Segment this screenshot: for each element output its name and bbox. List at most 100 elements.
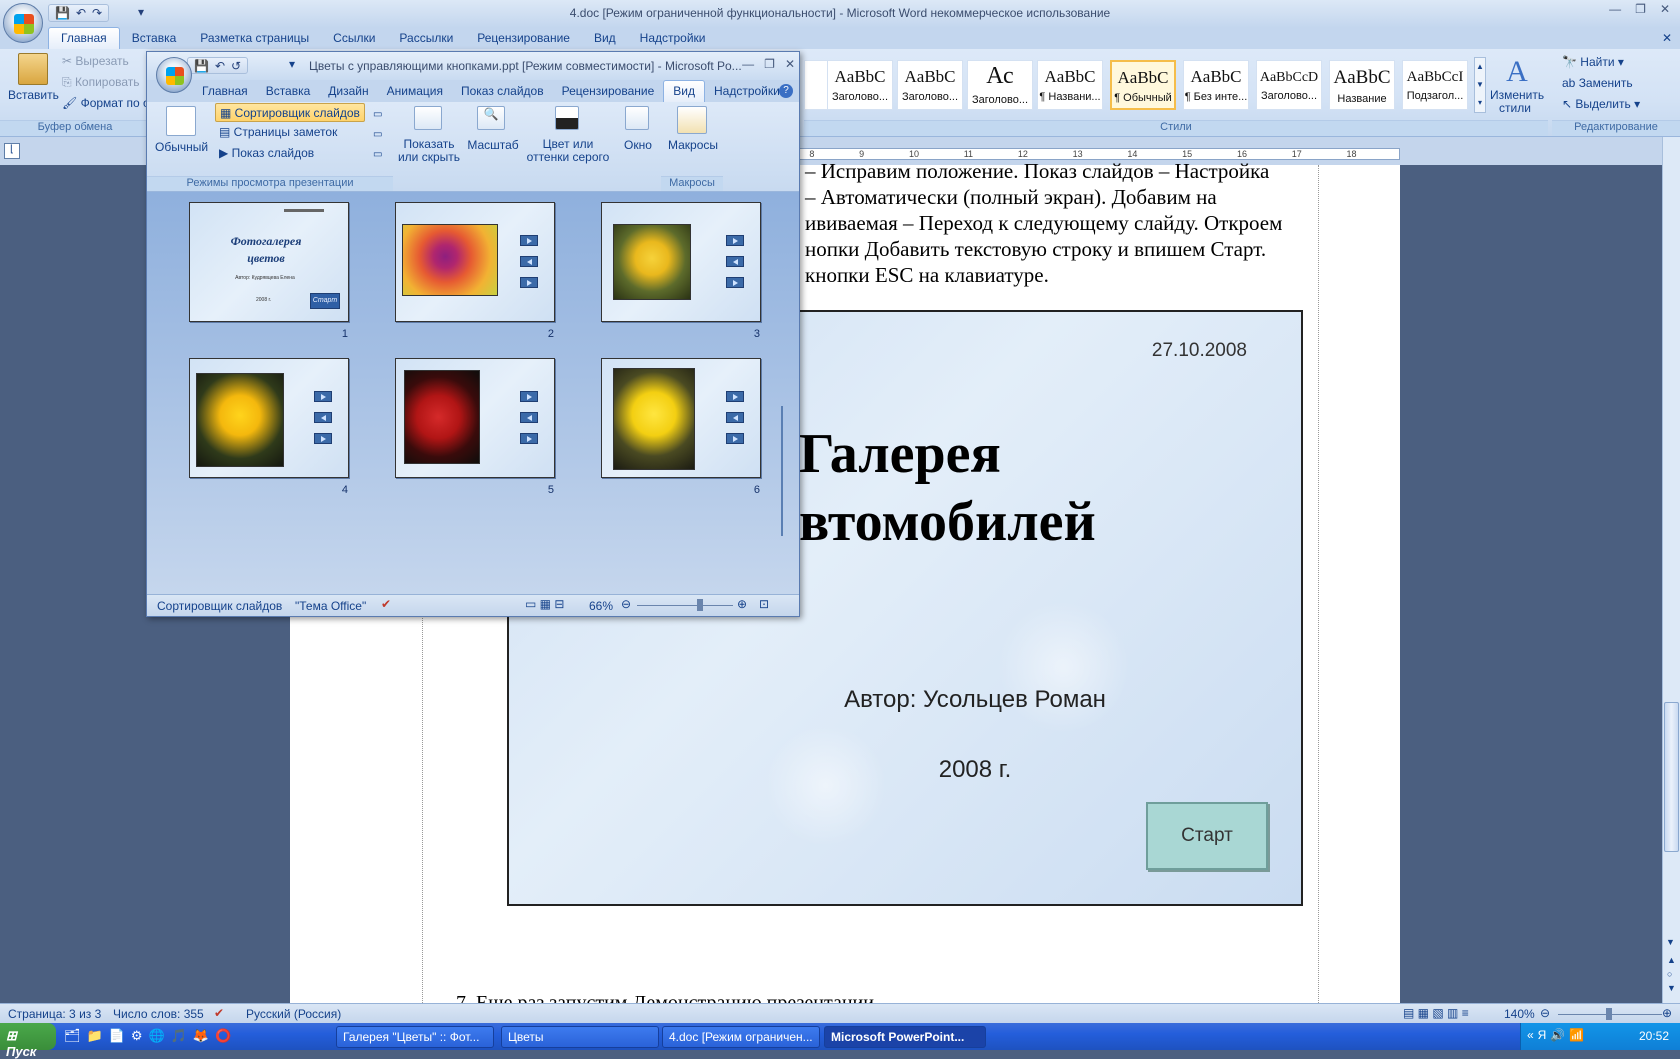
tab-design[interactable]: Дизайн	[319, 81, 377, 102]
office-button[interactable]	[3, 3, 43, 43]
save-icon[interactable]: 💾	[55, 6, 70, 20]
customize-qat-icon[interactable]: ▾	[289, 57, 295, 71]
zoom-out-icon[interactable]: ⊖	[621, 597, 631, 611]
slide-show-button[interactable]: ▶ Показ слайдов	[219, 146, 314, 160]
slide-thumbnail-2[interactable]: 2	[395, 202, 555, 340]
close-icon[interactable]: ✕	[1660, 2, 1670, 16]
tab-page-layout[interactable]: Разметка страницы	[188, 28, 321, 49]
tab-view[interactable]: Вид	[663, 80, 705, 102]
browse-object-icon[interactable]: ○	[1667, 969, 1672, 979]
help-icon[interactable]: ?	[779, 84, 793, 98]
scroll-down-icon[interactable]: ▼	[1666, 937, 1675, 947]
tab-review[interactable]: Рецензирование	[465, 28, 582, 49]
customize-qat-icon[interactable]: ▾	[138, 5, 144, 19]
taskbar-btn-powerpoint[interactable]: Microsoft PowerPoint...	[824, 1026, 986, 1048]
ppt-office-button[interactable]	[156, 57, 192, 93]
vertical-scrollbar[interactable]: ▼ ▲ ○ ▼	[1662, 137, 1680, 1003]
minimize-icon[interactable]: —	[1609, 2, 1621, 16]
save-icon[interactable]: 💾	[194, 59, 209, 73]
style-tile-8[interactable]: AaBbC Название	[1329, 60, 1395, 110]
format-painter-button[interactable]: 🖌 Формат по о	[62, 96, 150, 110]
slide-sorter-pane[interactable]: Фотогалерея цветов Автор: Кудрявцева Еле…	[147, 192, 799, 594]
scroll-thumb[interactable]	[1664, 702, 1679, 852]
help-icon[interactable]: ✕	[1662, 31, 1672, 45]
tab-view[interactable]: Вид	[582, 28, 628, 49]
tab-home[interactable]: Главная	[193, 81, 257, 102]
macros-button[interactable]: Макросы	[665, 106, 721, 152]
theme-status[interactable]: "Тема Office"	[295, 599, 366, 613]
zoom-out-icon[interactable]: ⊖	[1540, 1006, 1550, 1020]
view-buttons[interactable]: ▤ ▦ ▧ ▥ ≡	[1403, 1006, 1469, 1020]
tab-insert[interactable]: Вставка	[257, 81, 320, 102]
slide-thumbnail-5[interactable]: 5	[395, 358, 555, 496]
tab-animation[interactable]: Анимация	[378, 81, 452, 102]
slide-thumbnail-1[interactable]: Фотогалерея цветов Автор: Кудрявцева Еле…	[189, 202, 349, 340]
slide-thumbnail-4[interactable]: 4	[189, 358, 349, 496]
style-tile-4[interactable]: AaBbC ¶ Названи...	[1037, 60, 1103, 110]
ppt-zoom-slider[interactable]	[637, 605, 733, 606]
find-button[interactable]: 🔭 Найти ▾	[1562, 55, 1624, 69]
window-button[interactable]: Окно	[617, 106, 659, 152]
tab-references[interactable]: Ссылки	[321, 28, 387, 49]
redo-icon[interactable]: ↷	[92, 6, 102, 20]
tab-mailings[interactable]: Рассылки	[387, 28, 465, 49]
tab-addins[interactable]: Надстройки	[705, 81, 789, 102]
slide-sorter-button[interactable]: ▦ Сортировщик слайдов	[215, 103, 365, 122]
slide-start-button[interactable]: Старт	[1146, 802, 1268, 870]
zoom-in-icon[interactable]: ⊕	[1662, 1006, 1672, 1020]
zoom-button[interactable]: 🔍 Масштаб	[467, 106, 519, 152]
close-icon[interactable]: ✕	[785, 57, 795, 71]
undo-icon[interactable]: ↶	[76, 6, 86, 20]
paste-button[interactable]: Вставить	[8, 53, 59, 102]
copy-button[interactable]: ⎘ Копировать	[62, 75, 140, 90]
zoom-level[interactable]: 140%	[1504, 1007, 1535, 1021]
tab-selector-icon[interactable]: ⌊	[4, 143, 20, 159]
show-hide-button[interactable]: Показать или скрыть	[397, 106, 461, 164]
page-count[interactable]: Страница: 3 из 3	[8, 1007, 101, 1021]
normal-view-button[interactable]: Обычный	[155, 106, 208, 154]
redo-icon[interactable]: ↺	[231, 59, 241, 73]
change-styles-button[interactable]: A Изменить стили	[1490, 55, 1544, 115]
style-tile-1[interactable]: AaBbC Заголово...	[827, 60, 893, 110]
style-tile-3[interactable]: Ас Заголово...	[967, 60, 1033, 110]
replace-button[interactable]: ab Заменить	[1562, 76, 1633, 90]
spellcheck-icon[interactable]: ✔	[214, 1006, 224, 1020]
zoom-in-icon[interactable]: ⊕	[737, 597, 747, 611]
notes-page-button[interactable]: ▤ Страницы заметок	[219, 125, 337, 139]
taskbar-btn-word[interactable]: 4.doc [Режим ограничен...	[662, 1026, 820, 1048]
master-views-icons[interactable]: ▭ ▭ ▭	[373, 105, 385, 167]
tray-icons[interactable]: «Я🔊📶	[1527, 1028, 1588, 1042]
ppt-zoom-thumb[interactable]	[697, 599, 703, 611]
taskbar-btn-flowers[interactable]: Цветы	[501, 1026, 659, 1048]
start-button[interactable]: ⊞ Пуск	[0, 1023, 56, 1059]
tab-addins[interactable]: Надстройки	[628, 28, 718, 49]
style-tile-9[interactable]: AaBbCcI Подзагол...	[1402, 60, 1468, 110]
zoom-thumb[interactable]	[1606, 1008, 1612, 1020]
cut-button[interactable]: ✂ Вырезать	[62, 54, 129, 68]
word-count[interactable]: Число слов: 355	[113, 1007, 204, 1021]
tab-home[interactable]: Главная	[48, 27, 120, 49]
ppt-zoom-level[interactable]: 66%	[589, 599, 613, 613]
slide-thumbnail-3[interactable]: 3	[601, 202, 761, 340]
minimize-icon[interactable]: —	[742, 57, 754, 71]
undo-icon[interactable]: ↶	[215, 59, 225, 73]
style-tile-2[interactable]: AaBbC Заголово...	[897, 60, 963, 110]
color-grayscale-button[interactable]: Цвет или оттенки серого	[525, 106, 611, 164]
taskbar-btn-gallery[interactable]: Галерея "Цветы" :: Фот...	[336, 1026, 494, 1048]
styles-scroll[interactable]: ▲ ▼ ▾	[1474, 57, 1486, 113]
maximize-icon[interactable]: ❐	[764, 57, 775, 71]
next-page-icon[interactable]: ▼	[1667, 983, 1676, 993]
tab-insert[interactable]: Вставка	[120, 28, 189, 49]
select-button[interactable]: ↖ Выделить ▾	[1562, 97, 1640, 111]
language-status[interactable]: Русский (Россия)	[246, 1007, 341, 1021]
tab-review[interactable]: Рецензирование	[553, 81, 664, 102]
style-tile-6[interactable]: AaBbC ¶ Без инте...	[1183, 60, 1249, 110]
maximize-icon[interactable]: ❐	[1635, 2, 1646, 16]
slide-thumbnail-6[interactable]: 6	[601, 358, 761, 496]
tab-slide-show[interactable]: Показ слайдов	[452, 81, 553, 102]
spellcheck-icon[interactable]: ✔	[381, 597, 391, 611]
view-buttons[interactable]: ▭ ▦ ⊟	[525, 597, 564, 611]
style-tile-7[interactable]: AaBbCcD Заголово...	[1256, 60, 1322, 110]
fit-window-icon[interactable]: ⊡	[759, 597, 769, 611]
quick-launch-icons[interactable]: 🗂📁📄⚙🌐🎵🦊⭕	[64, 1028, 237, 1044]
